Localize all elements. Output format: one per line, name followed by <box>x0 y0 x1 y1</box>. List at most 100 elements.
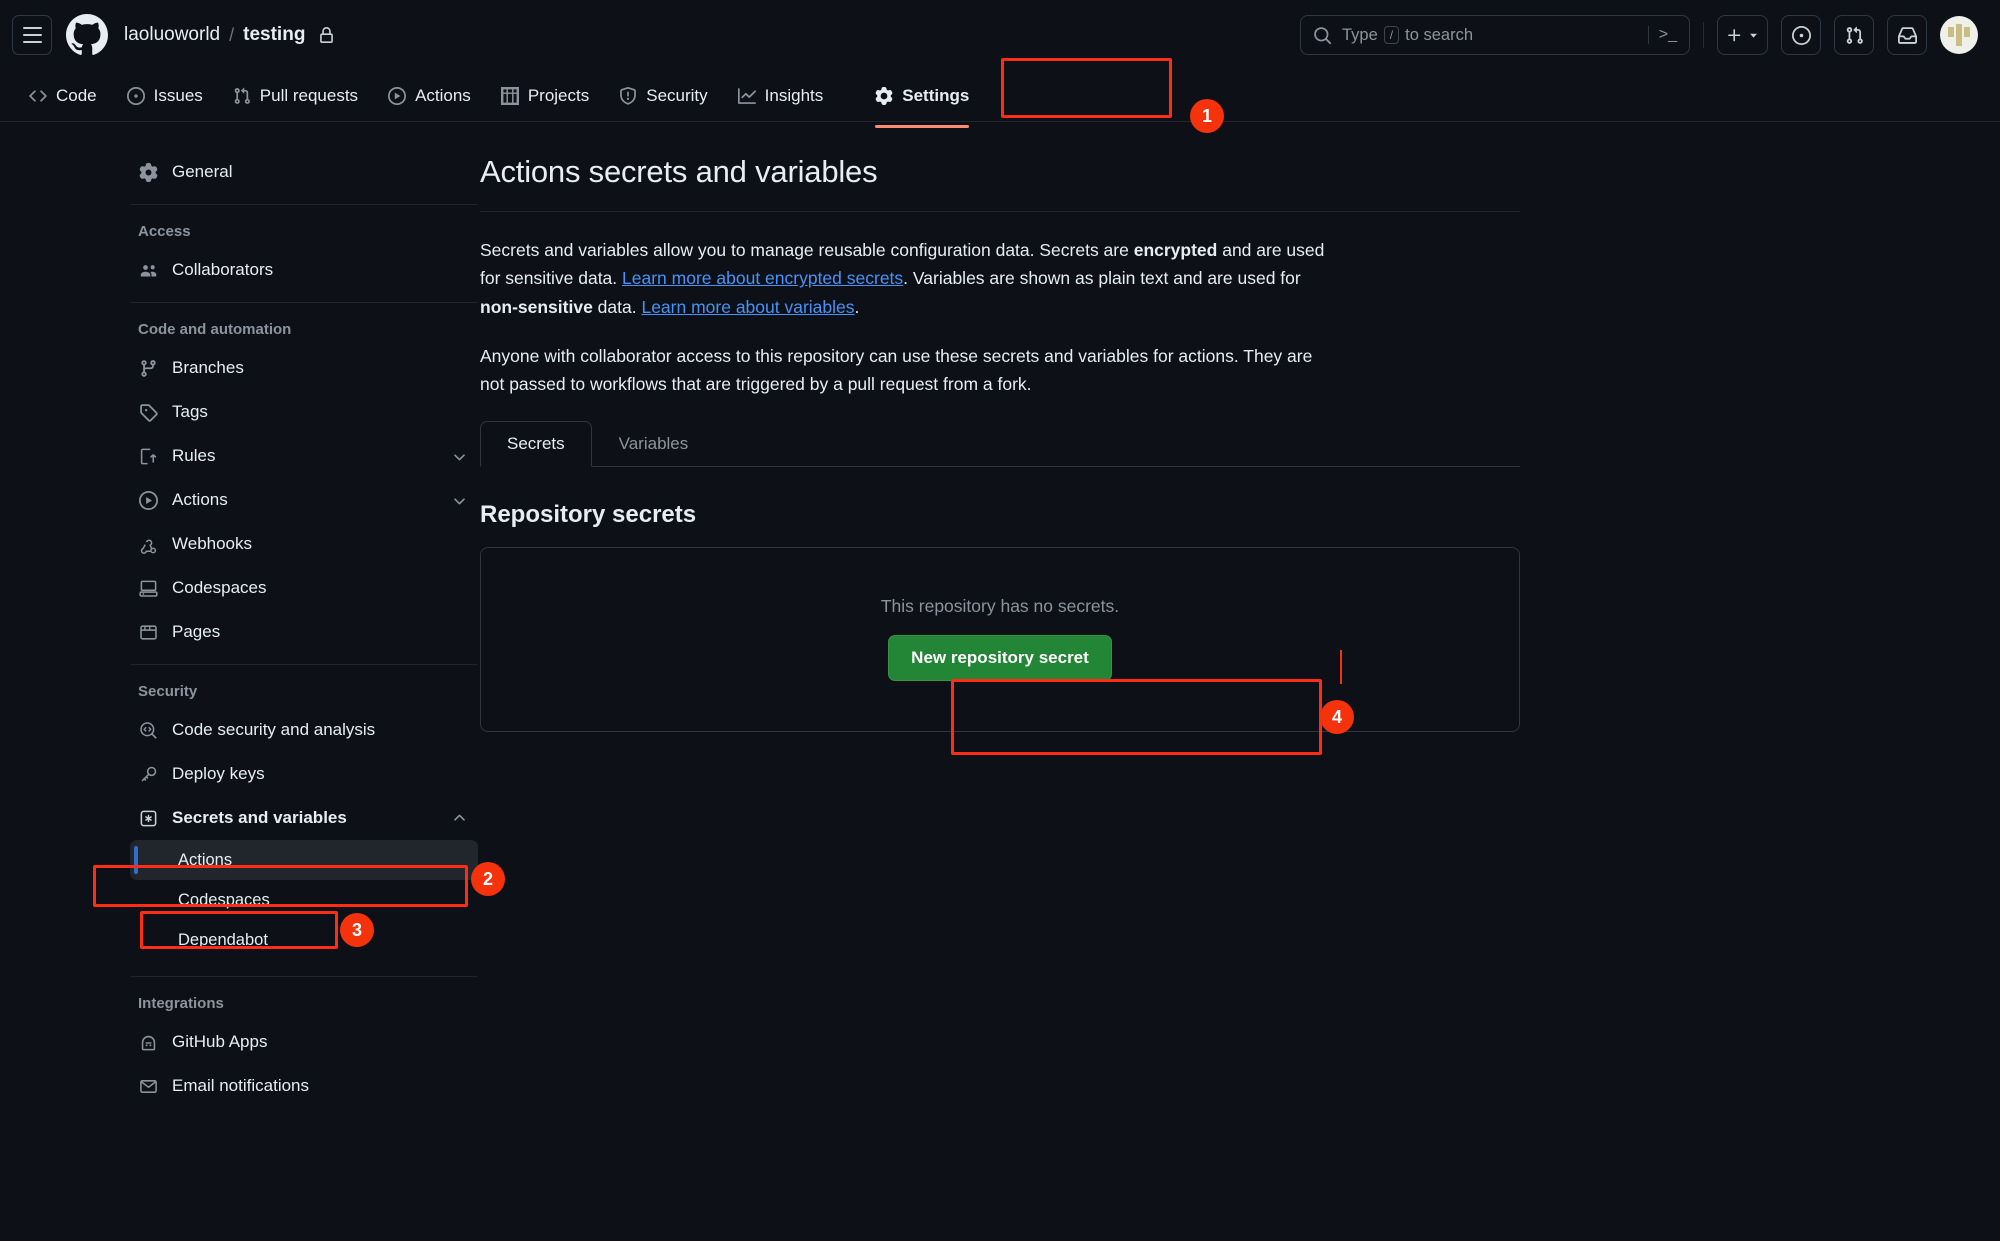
repo-nav-code-label: Code <box>56 85 97 105</box>
people-icon <box>138 261 158 280</box>
webhook-icon <box>138 535 158 554</box>
sidebar-item-branches-label: Branches <box>172 358 244 377</box>
sidebar-item-collaborators[interactable]: Collaborators <box>130 248 478 292</box>
learn-more-variables-link[interactable]: Learn more about variables <box>641 297 854 317</box>
page-body: General Access Collaborators Code and au… <box>0 122 2000 1108</box>
git-branch-icon <box>138 359 158 378</box>
sidebar-divider <box>130 976 478 977</box>
sidebar-item-pages[interactable]: Pages <box>130 610 478 654</box>
shield-icon <box>620 86 637 105</box>
tab-variables[interactable]: Variables <box>592 421 716 467</box>
sidebar-item-deploy-keys-label: Deploy keys <box>172 764 265 783</box>
sidebar-item-webhooks[interactable]: Webhooks <box>130 522 478 566</box>
github-apps-icon <box>138 1033 158 1052</box>
codespaces-icon <box>138 579 158 598</box>
sidebar-section-code-and-automation: Code and automation <box>138 321 292 338</box>
repo-nav-settings-label: Settings <box>902 85 970 105</box>
avatar[interactable] <box>1940 16 1978 54</box>
search-placeholder-pre: Type <box>1342 25 1378 44</box>
desc-part-4: data. <box>592 296 642 317</box>
new-repository-secret-button[interactable]: New repository secret <box>888 634 1112 681</box>
repo-nav-projects[interactable]: Projects <box>488 78 602 114</box>
repo-nav-insights[interactable]: Insights <box>725 78 837 114</box>
sidebar-subitem-dependabot-label: Dependabot <box>178 930 268 949</box>
page-title: Actions secrets and variables <box>480 154 878 189</box>
sidebar-divider <box>130 664 478 665</box>
issues-button[interactable] <box>1781 15 1821 55</box>
tab-secrets[interactable]: Secrets <box>480 420 592 467</box>
graph-icon <box>737 87 756 104</box>
notifications-inbox-button[interactable] <box>1887 15 1927 55</box>
search-slash-key: / <box>1383 26 1400 44</box>
gear-icon <box>875 86 893 105</box>
repo-nav-code[interactable]: Code <box>16 78 110 114</box>
breadcrumb-repo[interactable]: testing <box>243 24 305 46</box>
code-icon <box>29 89 47 102</box>
sidebar-item-webhooks-label: Webhooks <box>172 534 253 553</box>
chevron-down-icon[interactable] <box>451 492 468 509</box>
desc-bold-non-sensitive: non-sensitive <box>480 296 593 317</box>
play-icon <box>138 490 158 510</box>
git-pull-request-icon <box>1846 26 1863 44</box>
issue-opened-icon <box>1791 25 1811 45</box>
repo-nav-pull-requests[interactable]: Pull requests <box>220 78 371 114</box>
chevron-down-icon[interactable] <box>451 448 468 465</box>
global-header: laoluoworld / testing Type / to search >… <box>0 0 2000 70</box>
sidebar-item-secrets-and-variables[interactable]: Secrets and variables <box>130 796 478 840</box>
breadcrumb-separator: / <box>229 24 235 45</box>
repo-nav-security-label: Security <box>646 85 708 105</box>
chevron-down-icon <box>1750 33 1757 38</box>
sidebar-subitem-dependabot[interactable]: Dependabot <box>130 920 478 960</box>
repo-nav-security[interactable]: Security <box>606 78 720 114</box>
sidebar-item-general[interactable]: General <box>130 150 478 194</box>
main-content: Actions secrets and variables Secrets an… <box>450 132 1580 1108</box>
desc-part-5: . <box>854 296 860 317</box>
sidebar-item-codespaces[interactable]: Codespaces <box>130 566 478 610</box>
mail-icon <box>138 1077 158 1096</box>
breadcrumb-owner[interactable]: laoluoworld <box>124 24 220 46</box>
github-logo-icon[interactable] <box>66 14 108 56</box>
sidebar-divider <box>130 204 478 205</box>
search-input[interactable]: Type / to search >_ <box>1300 15 1690 55</box>
inbox-icon <box>1897 26 1917 44</box>
sidebar-item-actions[interactable]: Actions <box>130 478 478 522</box>
command-palette-icon[interactable]: >_ <box>1647 26 1677 44</box>
sidebar-subitem-actions[interactable]: Actions <box>130 840 478 880</box>
sidebar-section-integrations: Integrations <box>138 995 224 1012</box>
repository-secrets-panel: This repository has no secrets. New repo… <box>480 546 1520 732</box>
sidebar-subitem-actions-label: Actions <box>178 850 233 869</box>
sidebar-item-email-notifications-label: Email notifications <box>172 1076 310 1095</box>
sidebar-item-tags[interactable]: Tags <box>130 390 478 434</box>
sidebar-item-code-security-and-analysis[interactable]: Code security and analysis <box>130 708 478 752</box>
header-actions: Type / to search >_ <box>1300 15 1978 55</box>
learn-more-encrypted-secrets-link[interactable]: Learn more about encrypted secrets <box>622 268 903 288</box>
repository-secrets-heading: Repository secrets <box>480 500 697 528</box>
tag-icon <box>138 403 158 422</box>
repo-nav-actions[interactable]: Actions <box>375 78 484 114</box>
breadcrumb: laoluoworld / testing <box>124 24 335 46</box>
lock-icon <box>318 26 335 44</box>
gear-icon <box>138 162 158 182</box>
sidebar-item-email-notifications[interactable]: Email notifications <box>130 1064 478 1108</box>
search-placeholder-post: to search <box>1405 25 1473 44</box>
sidebar-item-actions-label: Actions <box>172 490 228 509</box>
sidebar-item-rules[interactable]: Rules <box>130 434 478 478</box>
sidebar-item-tags-label: Tags <box>172 402 208 421</box>
desc-bold-encrypted: encrypted <box>1133 240 1218 260</box>
sidebar-subitem-codespaces[interactable]: Codespaces <box>130 880 478 920</box>
browser-icon <box>138 623 158 642</box>
description-paragraph-2: Anyone with collaborator access to this … <box>480 346 1313 395</box>
menu-icon[interactable] <box>12 15 52 55</box>
header-divider <box>1703 22 1704 48</box>
repo-nav-settings[interactable]: Settings <box>862 78 982 128</box>
sidebar-item-github-apps[interactable]: GitHub Apps <box>130 1020 478 1064</box>
sidebar-section-access: Access <box>138 223 191 240</box>
pull-requests-button[interactable] <box>1834 15 1874 55</box>
repo-nav-issues[interactable]: Issues <box>114 78 216 114</box>
sidebar-item-branches[interactable]: Branches <box>130 346 478 390</box>
chevron-up-icon[interactable] <box>451 810 468 827</box>
table-icon <box>500 86 519 105</box>
issue-opened-icon <box>126 86 145 105</box>
sidebar-item-deploy-keys[interactable]: Deploy keys <box>130 752 478 796</box>
create-new-button[interactable] <box>1717 15 1768 55</box>
